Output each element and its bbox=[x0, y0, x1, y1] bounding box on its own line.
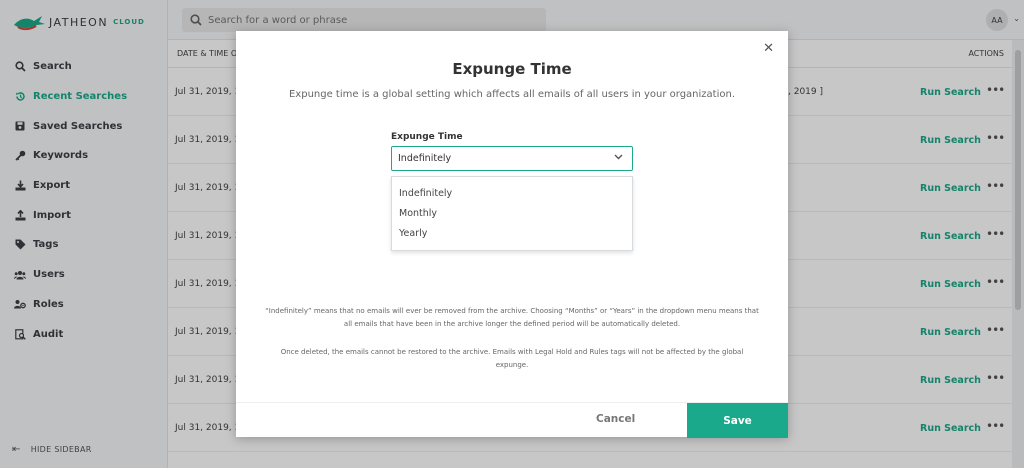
selected-value: Indefinitely bbox=[398, 153, 452, 164]
modal-title: Expunge Time bbox=[452, 60, 572, 78]
expunge-time-modal: ✕ Expunge Time Expunge time is a global … bbox=[236, 31, 788, 438]
option-monthly[interactable]: Monthly bbox=[392, 203, 632, 223]
expunge-note-restore: Once deleted, the emails cannot be resto… bbox=[280, 348, 744, 369]
modal-footer: Cancel Save bbox=[236, 402, 788, 438]
option-indefinitely[interactable]: Indefinitely bbox=[392, 183, 632, 203]
save-button[interactable]: Save bbox=[687, 403, 788, 438]
expunge-time-label: Expunge Time bbox=[391, 132, 463, 142]
cancel-button[interactable]: Cancel bbox=[596, 413, 635, 425]
expunge-time-dropdown: Indefinitely Monthly Yearly bbox=[391, 176, 633, 251]
chevron-down-icon bbox=[614, 153, 623, 163]
close-icon[interactable]: ✕ bbox=[763, 41, 774, 56]
option-yearly[interactable]: Yearly bbox=[392, 223, 632, 243]
expunge-time-select[interactable]: Indefinitely bbox=[391, 146, 633, 171]
modal-description: Expunge time is a global setting which a… bbox=[288, 89, 736, 100]
expunge-note-indefinitely: “Indefinitely” means that no emails will… bbox=[265, 307, 759, 328]
